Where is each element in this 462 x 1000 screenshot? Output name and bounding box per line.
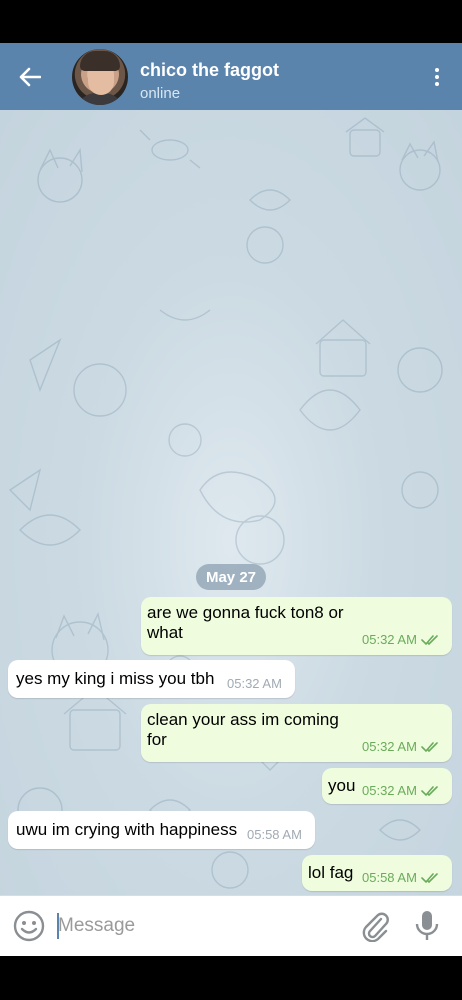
emoji-smile-icon — [13, 910, 45, 942]
date-separator: May 27 — [196, 564, 266, 590]
double-check-icon — [421, 742, 438, 753]
message-time: 05:58 AM — [362, 870, 417, 885]
double-check-icon — [421, 873, 438, 884]
message-text: clean your ass im coming for — [147, 710, 339, 749]
chat-title: chico the faggot — [140, 60, 279, 80]
message-time: 05:32 AM — [362, 632, 417, 647]
microphone-icon — [415, 911, 439, 940]
message-text: lol fag — [308, 863, 354, 882]
message-time: 05:32 AM — [362, 783, 417, 798]
message-text: are we gonna fuck ton8 or what — [147, 603, 344, 642]
message-bubble-outgoing[interactable]: clean your ass im coming for 05:32 AM — [141, 704, 452, 762]
message-time: 05:58 AM — [247, 827, 302, 842]
attach-button[interactable] — [360, 910, 390, 943]
chat-title-block[interactable]: chico the faggot online — [140, 59, 279, 103]
paperclip-icon — [362, 912, 389, 943]
status-bar — [0, 0, 462, 43]
message-composer — [0, 895, 462, 956]
chat-header: chico the faggot online — [0, 43, 462, 110]
message-text: yes my king i miss you tbh — [16, 669, 215, 688]
more-menu-button[interactable] — [424, 63, 450, 91]
chat-status: online — [140, 85, 181, 102]
chat-area[interactable]: May 27 are we gonna fuck ton8 or what 05… — [0, 110, 462, 895]
emoji-button[interactable] — [12, 909, 46, 943]
message-input[interactable] — [58, 910, 348, 942]
message-bubble-outgoing[interactable]: you 05:32 AM — [322, 768, 452, 804]
more-vertical-icon — [435, 68, 439, 72]
arrow-left-icon — [19, 67, 41, 87]
double-check-icon — [421, 786, 438, 797]
message-text: uwu im crying with happiness — [16, 820, 238, 839]
message-time: 05:32 AM — [362, 739, 417, 754]
avatar[interactable] — [72, 49, 128, 105]
message-bubble-outgoing[interactable]: lol fag 05:58 AM — [302, 855, 452, 891]
message-text: you — [328, 776, 356, 795]
system-nav-bar — [0, 956, 462, 1000]
double-check-icon — [421, 635, 438, 646]
microphone-button[interactable] — [414, 909, 440, 943]
message-bubble-outgoing[interactable]: are we gonna fuck ton8 or what 05:32 AM — [141, 597, 452, 655]
message-bubble-incoming[interactable]: yes my king i miss you tbh 05:32 AM — [8, 660, 295, 698]
message-bubble-incoming[interactable]: uwu im crying with happiness 05:58 AM — [8, 811, 315, 849]
message-time: 05:32 AM — [227, 676, 282, 691]
back-button[interactable] — [14, 62, 46, 92]
